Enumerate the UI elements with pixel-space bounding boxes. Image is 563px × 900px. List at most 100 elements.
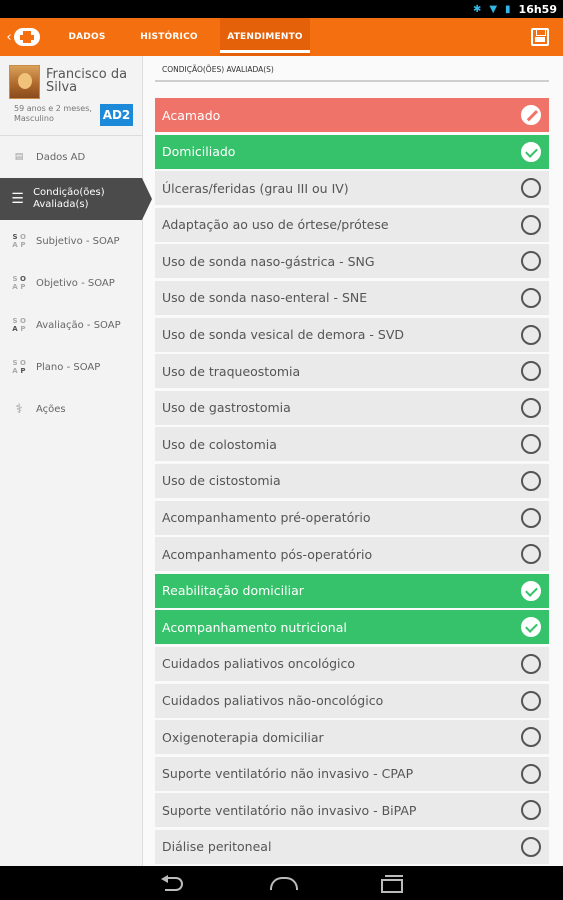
condition-label: Adaptação ao uso de órtese/prótese: [162, 217, 389, 233]
empty-circle-icon[interactable]: [521, 214, 541, 235]
soap-o-icon: SOAP: [12, 275, 26, 291]
tab-atendimento[interactable]: ATENDIMENTO: [220, 18, 310, 56]
condition-label: Uso de colostomia: [162, 436, 277, 452]
condition-row[interactable]: Oxigenoterapia domiciliar: [155, 720, 549, 755]
sidebar-item-objetivo[interactable]: SOAP Objetivo - SOAP: [0, 262, 142, 304]
sidebar-item-avaliacao[interactable]: SOAP Avaliação - SOAP: [0, 304, 142, 346]
sidebar-item-dados-ad[interactable]: ▤ Dados AD: [0, 136, 142, 178]
condition-row[interactable]: Diálise peritoneal: [155, 829, 549, 864]
empty-circle-icon[interactable]: [521, 690, 541, 711]
status-bar: ✱ ▼ ▮ 16h59: [0, 0, 563, 18]
id-card-icon: ▤: [14, 152, 24, 162]
condition-row[interactable]: Reabilitação domiciliar: [155, 573, 549, 608]
sidebar-item-label: Objetivo - SOAP: [36, 277, 115, 289]
sidebar-item-subjetivo[interactable]: SOAP Subjetivo - SOAP: [0, 220, 142, 262]
home-icon[interactable]: [267, 875, 298, 891]
condition-row[interactable]: Acamado: [155, 98, 549, 132]
condition-row[interactable]: Cuidados paliativos oncológico: [155, 646, 549, 681]
condition-row[interactable]: Domiciliado: [155, 134, 549, 169]
condition-label: Cuidados paliativos oncológico: [162, 656, 356, 672]
sidebar-item-condicoes[interactable]: ☰ Condição(ões) Avaliada(s): [0, 178, 152, 220]
condition-row[interactable]: Uso de sonda naso-enteral - SNE: [155, 280, 549, 315]
tab-bar: DADOS HISTÓRICO ATENDIMENTO: [56, 18, 322, 56]
sidebar-item-label: Ações: [36, 403, 66, 415]
app-logo-icon: [13, 28, 40, 46]
sidebar-item-label: Avaliação - SOAP: [36, 319, 121, 331]
condition-row[interactable]: Adaptação ao uso de órtese/prótese: [155, 207, 549, 242]
sidebar-item-label: Dados AD: [36, 151, 86, 163]
sidebar-item-acoes[interactable]: ⚕ Ações: [0, 388, 142, 430]
patient-card: Francisco da Silva 59 anos e 2 meses, Ma…: [0, 56, 142, 136]
sidebar-item-label: Plano - SOAP: [36, 361, 101, 373]
empty-circle-icon[interactable]: [521, 251, 541, 272]
condition-label: Cuidados paliativos não-oncológico: [162, 693, 384, 708]
condition-label: Oxigenoterapia domiciliar: [162, 729, 324, 745]
condition-label: Reabilitação domiciliar: [162, 583, 304, 599]
patient-meta: 59 anos e 2 meses, Masculino: [14, 104, 92, 123]
recent-apps-icon[interactable]: [375, 875, 405, 893]
condition-label: Uso de traqueostomia: [162, 363, 301, 379]
soap-p-icon: SOAP: [12, 359, 26, 375]
condition-label: Acompanhamento pós-operatório: [162, 546, 373, 562]
save-icon[interactable]: [531, 28, 549, 46]
check-circle-icon[interactable]: [521, 617, 541, 638]
check-circle-icon[interactable]: [521, 580, 541, 601]
condition-row[interactable]: Úlceras/feridas (grau III ou IV): [155, 171, 549, 206]
back-icon[interactable]: [159, 875, 189, 891]
condition-label: Suporte ventilatório não invasivo - BiPA…: [162, 802, 417, 818]
condition-row[interactable]: Acompanhamento pré-operatório: [155, 500, 549, 535]
condition-label: Acamado: [162, 107, 221, 123]
condition-row[interactable]: Acompanhamento pós-operatório: [155, 537, 549, 572]
empty-circle-icon[interactable]: [521, 361, 541, 382]
chevron-left-icon: ‹: [6, 29, 12, 45]
condition-row[interactable]: Acompanhamento nutricional: [155, 610, 549, 645]
empty-circle-icon[interactable]: [521, 763, 541, 784]
empty-circle-icon[interactable]: [521, 507, 541, 528]
empty-circle-icon[interactable]: [521, 653, 541, 674]
condition-row[interactable]: Suporte ventilatório não invasivo - BiPA…: [155, 793, 549, 828]
action-bar: ‹ DADOS HISTÓRICO ATENDIMENTO: [0, 18, 563, 56]
sidebar-item-plano[interactable]: SOAP Plano - SOAP: [0, 346, 142, 388]
empty-circle-icon[interactable]: [521, 397, 541, 418]
empty-circle-icon[interactable]: [521, 178, 541, 199]
condition-row[interactable]: Uso de traqueostomia: [155, 354, 549, 389]
clock: 16h59: [518, 2, 557, 16]
bluetooth-icon: ✱: [472, 3, 482, 15]
wifi-icon: ▼: [489, 3, 498, 15]
condition-label: Domiciliado: [162, 144, 236, 160]
condition-row[interactable]: Uso de sonda vesical de demora - SVD: [155, 317, 549, 352]
app-home-button[interactable]: ‹: [0, 18, 46, 56]
section-title: CONDIÇÃO(ÕES) AVALIADA(S): [155, 56, 549, 82]
empty-circle-icon[interactable]: [521, 800, 541, 821]
empty-circle-icon[interactable]: [521, 324, 541, 345]
empty-circle-icon[interactable]: [521, 836, 541, 857]
condition-label: Uso de cistostomia: [162, 473, 281, 489]
soap-a-icon: SOAP: [12, 317, 26, 333]
condition-label: Uso de sonda naso-enteral - SNE: [162, 290, 368, 306]
condition-row[interactable]: Uso de cistostomia: [155, 463, 549, 498]
blocked-circle-icon[interactable]: [521, 105, 541, 125]
condition-row[interactable]: Cuidados paliativos não-oncológico: [155, 683, 549, 718]
avatar: [9, 65, 40, 99]
empty-circle-icon[interactable]: [521, 287, 541, 308]
empty-circle-icon[interactable]: [521, 470, 541, 491]
condition-label: Uso de sonda naso-gástrica - SNG: [162, 253, 375, 269]
condition-row[interactable]: Uso de sonda naso-gástrica - SNG: [155, 244, 549, 279]
patient-name: Francisco da Silva: [46, 67, 128, 95]
sidebar-item-label: Condição(ões) Avaliada(s): [33, 187, 105, 210]
list-icon: ☰: [11, 191, 24, 207]
condition-row[interactable]: Suporte ventilatório não invasivo - CPAP: [155, 756, 549, 791]
check-circle-icon[interactable]: [521, 141, 541, 162]
condition-row[interactable]: Uso de gastrostomia: [155, 390, 549, 425]
empty-circle-icon[interactable]: [521, 544, 541, 565]
tab-dados[interactable]: DADOS: [56, 18, 118, 56]
sidebar: Francisco da Silva 59 anos e 2 meses, Ma…: [0, 56, 152, 866]
empty-circle-icon[interactable]: [521, 434, 541, 455]
condition-label: Acompanhamento nutricional: [162, 619, 347, 635]
empty-circle-icon[interactable]: [521, 727, 541, 748]
condition-row[interactable]: Uso de colostomia: [155, 427, 549, 462]
tab-historico[interactable]: HISTÓRICO: [130, 18, 208, 56]
condition-label: Uso de sonda vesical de demora - SVD: [162, 327, 404, 343]
sidebar-item-label: Subjetivo - SOAP: [36, 235, 120, 247]
soap-s-icon: SOAP: [12, 233, 26, 249]
